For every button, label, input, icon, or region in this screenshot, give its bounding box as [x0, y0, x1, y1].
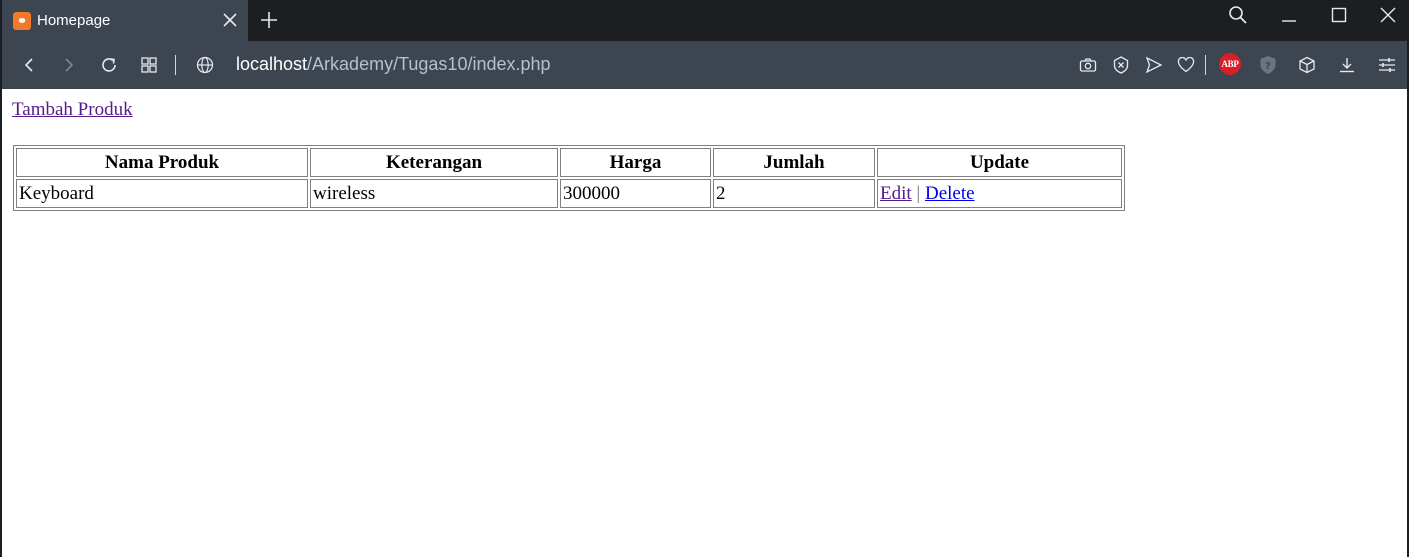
header-harga: Harga	[560, 148, 711, 177]
svg-text:?: ?	[1265, 61, 1271, 72]
cell-update: Edit | Delete	[877, 179, 1122, 208]
xampp-icon: ⚭	[13, 11, 31, 30]
globe-icon[interactable]	[193, 53, 217, 77]
header-keterangan: Keterangan	[310, 148, 558, 177]
tab-strip: ⚭ Homepage	[2, 0, 1407, 41]
extensions-cube-icon[interactable]	[1295, 53, 1319, 77]
download-icon[interactable]	[1335, 53, 1359, 77]
speed-dial-icon[interactable]	[137, 53, 161, 77]
new-tab-icon[interactable]	[258, 9, 280, 31]
back-icon[interactable]	[17, 53, 41, 77]
browser-window: ⚭ Homepage localhost/Arkademy/Tugas10/in…	[0, 0, 1409, 557]
cell-jumlah: 2	[713, 179, 875, 208]
heart-icon[interactable]	[1174, 53, 1198, 77]
minimize-icon[interactable]	[1266, 0, 1312, 30]
adblock-plus-icon[interactable]: ABP	[1219, 53, 1241, 75]
send-icon[interactable]	[1142, 53, 1166, 77]
tab-title: Homepage	[37, 12, 111, 29]
settings-sliders-icon[interactable]	[1375, 53, 1399, 77]
products-table: Nama Produk Keterangan Harga Jumlah Upda…	[13, 145, 1125, 211]
address-toolbar: localhost/Arkademy/Tugas10/index.php ?	[2, 41, 1407, 89]
delete-link[interactable]: Delete	[925, 183, 975, 204]
header-nama-produk: Nama Produk	[16, 148, 308, 177]
maximize-icon[interactable]	[1316, 0, 1362, 30]
shield-block-icon[interactable]	[1109, 53, 1133, 77]
address-bar[interactable]: localhost/Arkademy/Tugas10/index.php	[236, 54, 551, 75]
cell-keterangan: wireless	[310, 179, 558, 208]
search-tabs-icon[interactable]	[1215, 0, 1261, 30]
table-row: Keyboard wireless 300000 2 Edit | Delete	[16, 179, 1122, 208]
toolbar-separator-2	[1205, 55, 1206, 75]
url-path: /Arkademy/Tugas10/index.php	[307, 54, 551, 74]
forward-icon[interactable]	[57, 53, 81, 77]
table-header-row: Nama Produk Keterangan Harga Jumlah Upda…	[16, 148, 1122, 177]
close-icon[interactable]	[220, 10, 240, 30]
camera-icon[interactable]	[1076, 53, 1100, 77]
cell-nama-produk: Keyboard	[16, 179, 308, 208]
link-separator: |	[916, 182, 921, 204]
edit-link[interactable]: Edit	[880, 183, 912, 204]
close-window-icon[interactable]	[1365, 0, 1409, 30]
toolbar-separator	[175, 55, 176, 75]
url-host: localhost	[236, 54, 308, 74]
header-jumlah: Jumlah	[713, 148, 875, 177]
tambah-produk-link[interactable]: Tambah Produk	[12, 99, 133, 121]
privacy-shield-icon[interactable]: ?	[1256, 53, 1280, 77]
page-content: Tambah Produk Nama Produk Keterangan Har…	[12, 89, 1407, 557]
header-update: Update	[877, 148, 1122, 177]
tab-homepage[interactable]: ⚭ Homepage	[2, 0, 248, 41]
reload-icon[interactable]	[97, 53, 121, 77]
cell-harga: 300000	[560, 179, 711, 208]
